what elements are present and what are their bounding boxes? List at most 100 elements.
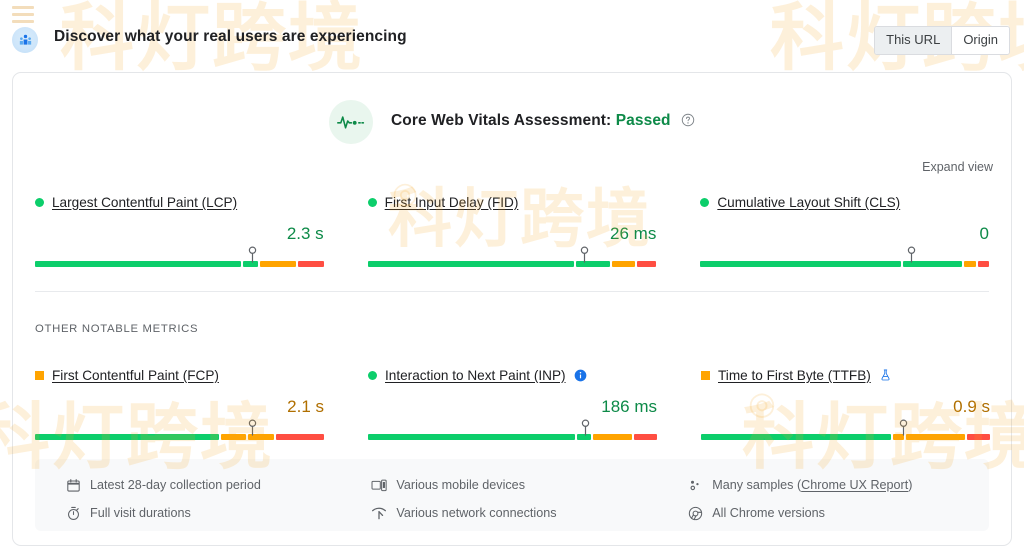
good-dot-icon [700,197,710,207]
bar-segment-poor [636,261,657,267]
metric-fcp: First Contentful Paint (FCP) 2.1 s [13,365,346,440]
metric-title-row: Time to First Byte (TTFB) [701,365,990,385]
metric-title-row: First Contentful Paint (FCP) [35,365,324,385]
metric-distribution-bar [367,246,657,267]
metric-name-link[interactable]: Interaction to Next Paint (INP) [385,368,566,383]
expand-view-row: Expand view [13,144,1011,176]
expand-view-link[interactable]: Expand view [922,160,993,174]
footer-row-text: Various mobile devices [396,478,525,492]
needs-improvement-square-icon [701,370,710,380]
bar-segment-good [701,434,891,440]
report-footer: Latest 28-day collection period Full visi… [35,459,989,531]
metric-marker-icon [580,246,589,263]
core-web-vitals-row: Largest Contentful Paint (LCP) 2.3 s First… [13,176,1011,267]
metric-title-row: First Input Delay (FID) [367,192,657,212]
metric-ttfb: Time to First Byte (TTFB) 0.9 s [679,365,1012,440]
bar-segment-good [700,261,902,267]
footer-row: Various network connections [371,499,671,527]
metric-title-row: Largest Contentful Paint (LCP) [35,192,324,212]
assessment-status: Passed [615,112,671,129]
assessment-label: Core Web Vitals Assessment: [390,112,612,129]
metric-marker-icon [248,419,257,436]
pulse-activity-icon [328,100,373,144]
metric-name-link[interactable]: First Contentful Paint (FCP) [52,368,219,383]
footer-row: Various mobile devices [371,471,671,499]
network-signal-icon [371,505,387,521]
bar-segment-poor [977,261,990,267]
top-bar: Discover what your real users are experi… [0,0,1024,62]
footer-row: Full visit durations [65,499,353,527]
metric-title-row: Interaction to Next Paint (INP) [368,365,657,385]
footer-row-text: Latest 28-day collection period [90,478,261,492]
metric-title-row: Cumulative Layout Shift (CLS) [700,192,989,212]
metric-cls: Cumulative Layout Shift (CLS) 0 [678,192,1011,267]
metric-name-link[interactable]: Largest Contentful Paint (LCP) [52,195,237,210]
footer-row-text: All Chrome versions [712,506,825,520]
other-metrics-row: First Contentful Paint (FCP) 2.1 s Interac… [13,349,1012,440]
bar-segment-poor [634,434,657,440]
metric-distribution-bar [368,419,657,440]
bar-segment-good [35,434,219,440]
metric-value: 0.9 s [953,397,990,416]
real-users-icon [12,27,38,53]
footer-row-text: Various network connections [396,506,557,520]
good-dot-icon [367,197,377,207]
chrome-logo-icon [687,505,703,521]
metric-marker-icon [248,246,257,263]
good-dot-icon [368,370,377,380]
devices-icon [371,477,388,493]
footer-row: Many samples (Chrome UX Report) [687,471,989,499]
metric-value: 186 ms [601,397,657,416]
footer-column: Many samples (Chrome UX Report) All Chrom… [671,471,989,531]
scatter-samples-icon [687,477,703,493]
bar-segment-needs-improvement [592,434,633,440]
metric-name-link[interactable]: Time to First Byte (TTFB) [718,368,871,383]
metric-value: 2.3 s [286,224,324,243]
metric-lcp: Largest Contentful Paint (LCP) 2.3 s [13,192,346,267]
metric-inp: Interaction to Next Paint (INP) 186 ms [346,365,679,440]
help-circle-icon[interactable] [681,113,695,132]
footer-column: Latest 28-day collection period Full visi… [35,471,353,531]
metric-marker-icon [907,246,916,263]
calendar-icon [65,477,81,493]
metric-distribution-bar [35,246,324,267]
metric-value: 26 ms [610,224,657,243]
metric-value: 2.1 s [287,397,324,416]
tab-origin[interactable]: Origin [952,27,1009,54]
bar-segment-needs-improvement [964,261,976,267]
assessment-header: Core Web Vitals Assessment: Passed [13,73,1011,144]
metric-name-link[interactable]: First Input Delay (FID) [385,195,519,210]
metric-distribution-bar [700,246,990,267]
bar-segment-needs-improvement [220,434,247,440]
metric-distribution-bar [701,419,990,440]
metric-marker-icon [899,419,908,436]
tab-this-url[interactable]: This URL [875,27,952,54]
scope-toggle[interactable]: This URL Origin [874,26,1010,55]
chrome-ux-report-link[interactable]: Chrome UX Report [801,478,908,492]
metric-distribution-bar [35,419,325,440]
bar-segment-needs-improvement [611,261,635,267]
info-circle-icon[interactable] [574,369,587,382]
stopwatch-icon [65,505,81,521]
footer-row-text: Full visit durations [90,506,191,520]
footer-row: All Chrome versions [687,499,989,527]
metric-value: 0 [979,224,990,243]
metric-name-link[interactable]: Cumulative Layout Shift (CLS) [717,195,900,210]
bar-segment-poor [967,434,990,440]
other-metrics-label: OTHER NOTABLE METRICS [35,323,199,335]
experiment-flask-icon[interactable] [879,368,892,382]
footer-row: Latest 28-day collection period [65,471,353,499]
bar-segment-poor [298,261,324,267]
metric-marker-icon [581,419,590,436]
good-dot-icon [35,197,44,207]
assessment-text: Core Web Vitals Assessment: Passed [391,112,695,132]
metric-fid: First Input Delay (FID) 26 ms [346,192,679,267]
bar-segment-good [35,261,242,267]
needs-improvement-square-icon [35,370,44,380]
crux-report-card: Core Web Vitals Assessment: Passed Expan… [12,72,1012,546]
page-title: Discover what your real users are experi… [54,28,407,45]
hamburger-icon[interactable] [12,6,34,27]
footer-column: Various mobile devices Various network co… [353,471,671,531]
bar-segment-needs-improvement [259,261,297,267]
bar-segment-poor [275,434,325,440]
